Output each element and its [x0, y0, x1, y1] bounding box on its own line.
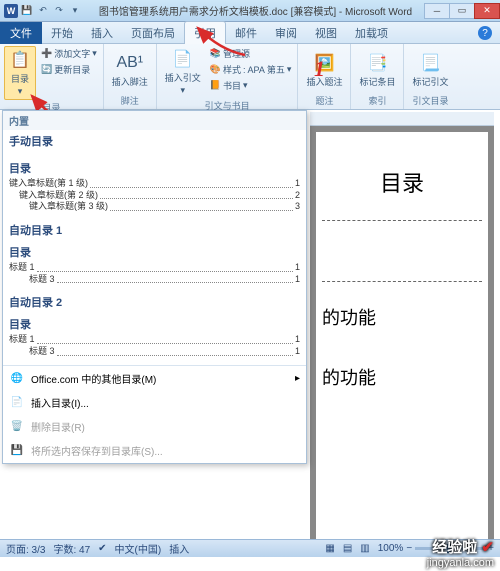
- help-icon[interactable]: ?: [478, 26, 492, 40]
- tab-layout[interactable]: 页面布局: [122, 22, 184, 44]
- menu-separator: [3, 365, 306, 366]
- ribbon-group-index: 📑 标记条目 索引: [351, 44, 404, 109]
- page-indicator[interactable]: 页面: 3/3: [6, 541, 45, 556]
- insert-citation-button[interactable]: 📄 插入引文 ▾: [161, 46, 205, 98]
- zoom-level[interactable]: 100%: [378, 543, 404, 554]
- footnote-icon: AB¹: [119, 52, 141, 74]
- caption-icon: 🖼️: [313, 52, 335, 74]
- ribbon-group-toc: 📋 目录 ▾ ➕ 添加文字 ▾ 🔄 更新目录 目录: [0, 44, 104, 109]
- insert-toc-button[interactable]: 📄 插入目录(I)...: [3, 391, 306, 415]
- language-indicator[interactable]: 中文(中国): [115, 541, 162, 556]
- file-tab[interactable]: 文件: [0, 22, 42, 44]
- tab-references[interactable]: 引用: [184, 21, 226, 44]
- tab-home[interactable]: 开始: [42, 22, 82, 44]
- remove-icon: 🗑️: [9, 419, 25, 435]
- qat-more-icon[interactable]: ▾: [68, 4, 82, 18]
- group-label-caption: 题注: [302, 93, 346, 107]
- doc-heading: 目录: [322, 166, 482, 198]
- minimize-button[interactable]: ─: [424, 3, 450, 19]
- toc-option-auto2[interactable]: 自动目录 2 目录 标题 11 标题 31: [3, 291, 306, 363]
- window-controls: ─ ▭ ✕: [425, 3, 500, 19]
- index-icon: 📑: [366, 52, 388, 74]
- word-count[interactable]: 字数: 47: [53, 541, 90, 556]
- view-web-icon[interactable]: ▥: [360, 543, 369, 554]
- quick-access-toolbar: W 💾 ↶ ↷ ▾: [0, 4, 86, 18]
- tab-review[interactable]: 审阅: [266, 22, 306, 44]
- document-page[interactable]: 目录 的功能 的功能: [316, 132, 488, 541]
- tab-addins[interactable]: 加载项: [346, 22, 397, 44]
- toc-button[interactable]: 📋 目录 ▾: [4, 46, 36, 100]
- toc-option-basic[interactable]: 目录 键入章标题(第 1 级)1 键入章标题(第 2 级)2 键入章标题(第 3…: [3, 157, 306, 219]
- close-button[interactable]: ✕: [474, 3, 500, 19]
- ribbon-group-caption: 🖼️ 插入题注 题注: [298, 44, 351, 109]
- maximize-button[interactable]: ▭: [449, 3, 475, 19]
- ribbon-group-footnotes: AB¹ 插入脚注 脚注: [104, 44, 157, 109]
- save-selection-icon: 💾: [9, 443, 25, 459]
- window-title: 图书馆管理系统用户需求分析文档模板.doc [兼容模式] - Microsoft…: [86, 3, 425, 18]
- mark-citation-button[interactable]: 📃 标记引文: [408, 46, 452, 93]
- toc-option-auto1[interactable]: 自动目录 1 目录 标题 11 标题 31: [3, 219, 306, 291]
- bibliography-button[interactable]: 📙 书目 ▾: [208, 78, 294, 93]
- authorities-icon: 📃: [419, 52, 441, 74]
- section-break: [322, 281, 482, 282]
- save-icon[interactable]: 💾: [20, 4, 34, 18]
- toc-icon: 📋: [9, 49, 31, 71]
- view-print-icon[interactable]: ▦: [325, 543, 334, 554]
- group-label-index: 索引: [355, 93, 399, 107]
- proofing-icon[interactable]: ✔: [98, 543, 106, 554]
- office-icon: 🌐: [9, 371, 25, 387]
- doc-text: 的功能: [322, 304, 482, 330]
- document-area: 目录 的功能 的功能: [310, 112, 494, 541]
- ruler[interactable]: [310, 112, 494, 126]
- tab-mailings[interactable]: 邮件: [226, 22, 266, 44]
- insert-caption-button[interactable]: 🖼️ 插入题注: [302, 46, 346, 93]
- undo-icon[interactable]: ↶: [36, 4, 50, 18]
- toc-gallery-menu: 内置 手动目录 目录 键入章标题(第 1 级)1 键入章标题(第 2 级)2 键…: [2, 110, 307, 464]
- ribbon: 📋 目录 ▾ ➕ 添加文字 ▾ 🔄 更新目录 目录 AB¹ 插入脚注 脚注 📄 …: [0, 44, 500, 110]
- tab-view[interactable]: 视图: [306, 22, 346, 44]
- chevron-right-icon: ▸: [295, 373, 300, 384]
- tab-insert[interactable]: 插入: [82, 22, 122, 44]
- ribbon-group-authorities: 📃 标记引文 引文目录: [404, 44, 456, 109]
- mark-entry-button[interactable]: 📑 标记条目: [355, 46, 399, 93]
- insert-toc-icon: 📄: [9, 395, 25, 411]
- manage-sources-button[interactable]: 📚 管理源: [208, 46, 294, 61]
- zoom-out-button[interactable]: −: [406, 543, 412, 554]
- update-toc-button[interactable]: 🔄 更新目录: [39, 62, 99, 77]
- save-toc-button: 💾 将所选内容保存到目录库(S)...: [3, 439, 306, 463]
- view-read-icon[interactable]: ▤: [343, 543, 352, 554]
- watermark: 经验啦 ✔ jingyanla.com: [427, 540, 494, 569]
- doc-text: 的功能: [322, 364, 482, 390]
- insert-footnote-button[interactable]: AB¹ 插入脚注: [108, 46, 152, 93]
- toc-option-manual[interactable]: 手动目录: [3, 130, 306, 157]
- citation-icon: 📄: [172, 48, 194, 70]
- group-label-footnotes: 脚注: [108, 93, 152, 107]
- insert-mode[interactable]: 插入: [169, 541, 189, 556]
- style-select[interactable]: 🎨 样式: APA 第五 ▾: [208, 62, 294, 77]
- office-templates-button[interactable]: 🌐 Office.com 中的其他目录(M) ▸: [3, 367, 306, 391]
- window-titlebar: W 💾 ↶ ↷ ▾ 图书馆管理系统用户需求分析文档模板.doc [兼容模式] -…: [0, 0, 500, 22]
- menu-header-builtin: 内置: [3, 111, 306, 130]
- section-break: [322, 220, 482, 221]
- redo-icon[interactable]: ↷: [52, 4, 66, 18]
- ribbon-tabs: 文件 开始 插入 页面布局 引用 邮件 审阅 视图 加载项: [0, 22, 500, 44]
- remove-toc-button: 🗑️ 删除目录(R): [3, 415, 306, 439]
- add-text-button[interactable]: ➕ 添加文字 ▾: [39, 46, 99, 61]
- ribbon-group-citations: 📄 插入引文 ▾ 📚 管理源 🎨 样式: APA 第五 ▾ 📙 书目 ▾ 引文与…: [157, 44, 299, 109]
- word-icon: W: [4, 4, 18, 18]
- status-bar: 页面: 3/3 字数: 47 ✔ 中文(中国) 插入 ▦ ▤ ▥ 100% − …: [0, 539, 500, 557]
- group-label-auth: 引文目录: [408, 93, 452, 107]
